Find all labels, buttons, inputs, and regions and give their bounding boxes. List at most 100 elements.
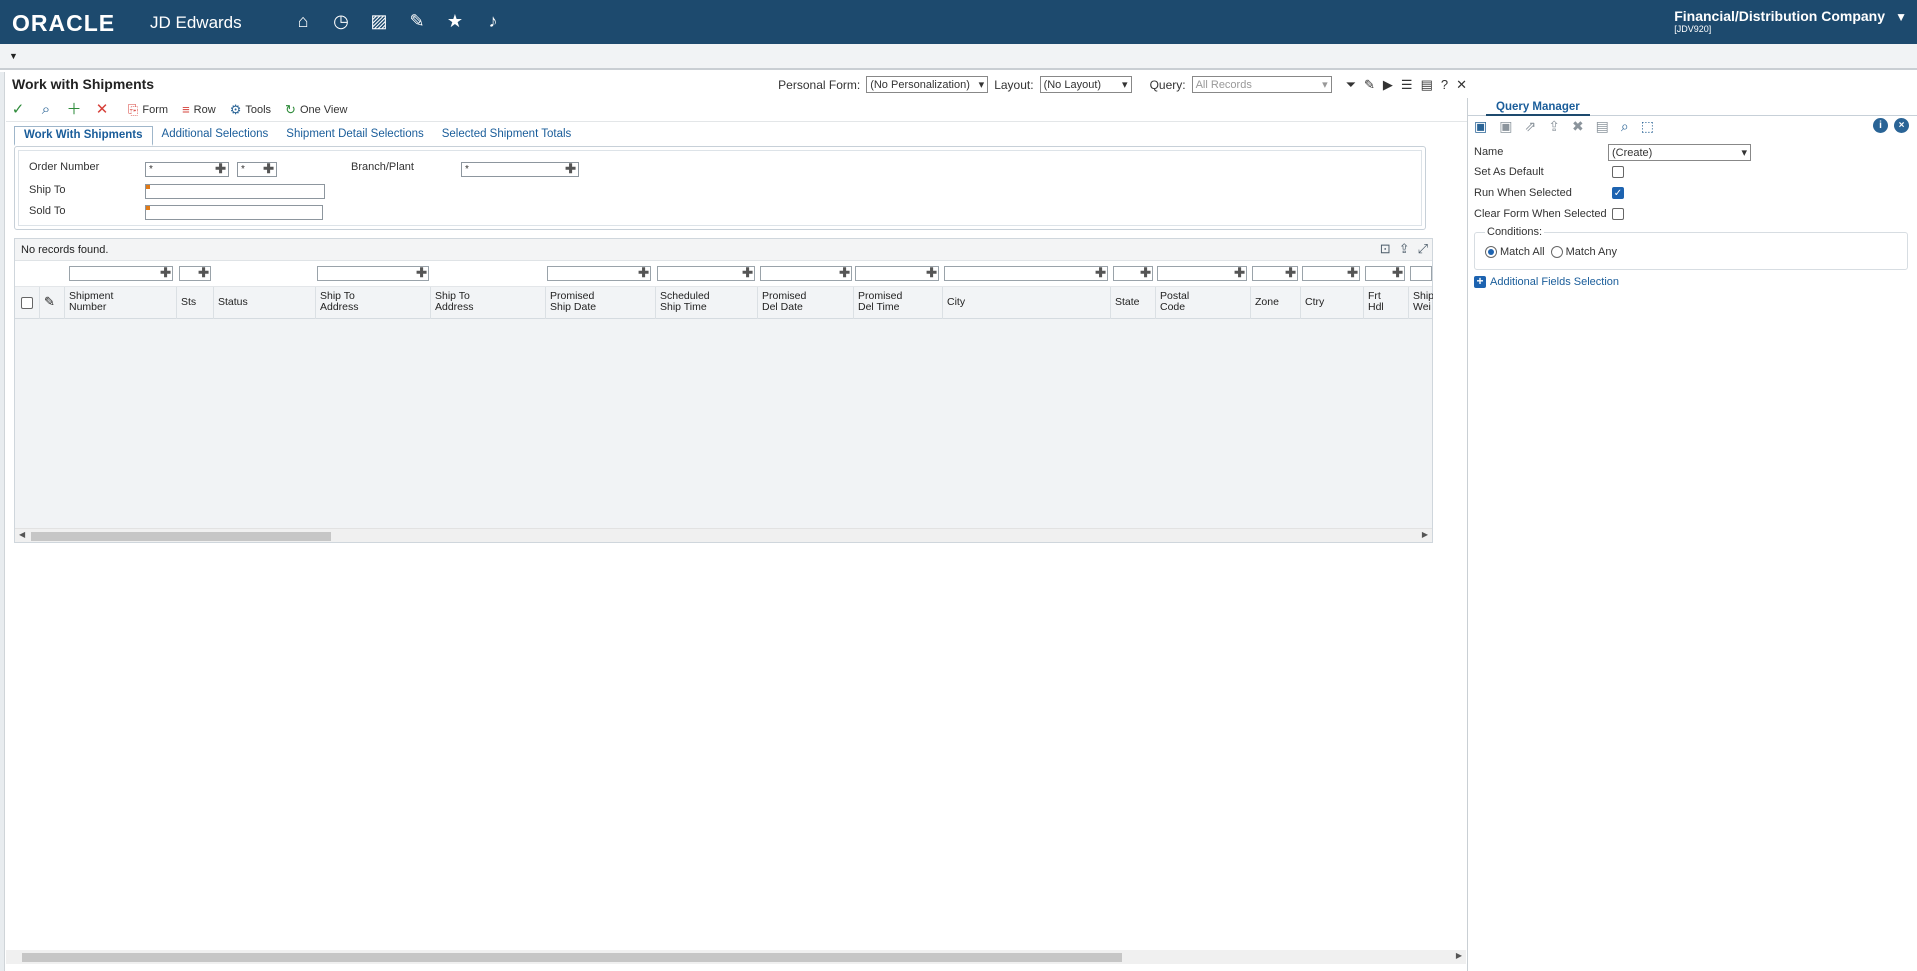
one-view-menu[interactable]: ↻ One View xyxy=(285,102,347,118)
qbe-input[interactable]: ✚ xyxy=(760,265,852,281)
qbe-input[interactable]: ✚ xyxy=(1365,265,1405,281)
column-header[interactable]: Ship To Address xyxy=(431,287,546,319)
search-plus-icon[interactable]: ✚ xyxy=(565,162,576,175)
match-all-option[interactable]: Match All xyxy=(1485,246,1545,259)
search-plus-icon[interactable]: ✚ xyxy=(926,265,937,281)
row-menu[interactable]: ≡ Row xyxy=(182,102,216,117)
tools-menu[interactable]: ⚙ Tools xyxy=(230,102,271,118)
column-header[interactable]: Ship Wei xyxy=(1409,287,1433,319)
tab-work-with-shipments[interactable]: Work With Shipments xyxy=(14,126,153,146)
layout-select[interactable]: (No Layout) ▾ xyxy=(1039,76,1132,93)
tab-selected-shipment-totals[interactable]: Selected Shipment Totals xyxy=(433,126,581,146)
qbe-input[interactable] xyxy=(1410,266,1432,281)
recent-icon[interactable]: ◷ xyxy=(330,10,352,32)
search-plus-icon[interactable]: ✚ xyxy=(1285,265,1296,281)
select-check-icon[interactable]: ✓ xyxy=(6,100,30,120)
caret-down-icon[interactable]: ▼ xyxy=(9,51,18,61)
chevron-down-icon[interactable]: ▼ xyxy=(1895,10,1907,24)
qbe-input[interactable]: ✚ xyxy=(547,265,651,281)
tab-additional-selections[interactable]: Additional Selections xyxy=(153,126,278,146)
order-number-input[interactable]: * ✚ xyxy=(145,162,229,177)
column-header[interactable]: Frt Hdl xyxy=(1364,287,1409,319)
search-plus-icon[interactable]: ✚ xyxy=(160,265,171,281)
maximize-icon[interactable]: ⤢ xyxy=(1418,241,1428,257)
document-icon[interactable]: ▤ xyxy=(1421,77,1433,93)
grid-horizontal-scrollbar[interactable]: ◀ ▶ xyxy=(15,528,1432,542)
column-header[interactable]: Promised Ship Date xyxy=(546,287,656,319)
bell-icon[interactable]: ♪ xyxy=(482,10,504,32)
column-header[interactable]: Ship To Address xyxy=(316,287,431,319)
qbe-input[interactable]: ✚ xyxy=(317,265,429,281)
clear-form-checkbox[interactable] xyxy=(1612,208,1624,220)
scroll-right-icon[interactable]: ▶ xyxy=(1456,951,1462,960)
ship-to-input[interactable] xyxy=(145,184,325,199)
edit-row-icon[interactable]: ✎ xyxy=(44,295,55,308)
column-header[interactable]: State xyxy=(1111,287,1156,319)
customize-grid-icon[interactable]: ⊡ xyxy=(1380,241,1391,257)
filter-icon[interactable]: ⏷ xyxy=(1346,77,1356,93)
home-icon[interactable]: ⌂ xyxy=(292,10,314,32)
column-header[interactable]: Ctry xyxy=(1301,287,1364,319)
column-header[interactable]: Postal Code xyxy=(1156,287,1251,319)
column-header[interactable]: Zone xyxy=(1251,287,1301,319)
qbe-input[interactable]: ✚ xyxy=(1252,265,1298,281)
pencil-icon[interactable]: ✎ xyxy=(1364,77,1375,93)
set-as-default-checkbox[interactable] xyxy=(1612,166,1624,178)
qbe-input[interactable]: ✚ xyxy=(69,265,173,281)
column-header[interactable]: Promised Del Time xyxy=(854,287,943,319)
search-plus-icon[interactable]: ✚ xyxy=(1140,265,1151,281)
search-plus-icon[interactable]: ✚ xyxy=(1347,265,1358,281)
star-icon[interactable]: ★ xyxy=(444,10,466,32)
play-icon[interactable]: ▶ xyxy=(1383,77,1393,93)
run-when-selected-checkbox[interactable]: ✓ xyxy=(1612,187,1624,199)
column-header[interactable]: City xyxy=(943,287,1111,319)
tab-shipment-detail-selections[interactable]: Shipment Detail Selections xyxy=(277,126,432,146)
branch-plant-input[interactable]: * ✚ xyxy=(461,162,579,177)
scrollbar-thumb[interactable] xyxy=(22,953,1122,962)
qbe-input[interactable]: ✚ xyxy=(1302,265,1360,281)
qbe-input[interactable]: ✚ xyxy=(657,265,755,281)
column-header[interactable]: Shipment Number xyxy=(65,287,177,319)
left-collapse-edge[interactable] xyxy=(0,72,5,971)
column-header[interactable]: Status xyxy=(214,287,316,319)
list-icon[interactable]: ☰ xyxy=(1401,77,1413,93)
search-icon[interactable]: ⌕ xyxy=(1621,118,1629,136)
column-header[interactable]: Promised Del Date xyxy=(758,287,854,319)
search-plus-icon[interactable]: ✚ xyxy=(215,162,226,175)
search-plus-icon[interactable]: ✚ xyxy=(742,265,753,281)
select-all-checkbox[interactable] xyxy=(21,297,33,309)
qbe-input[interactable]: ✚ xyxy=(179,265,211,281)
close-panel-icon[interactable]: × xyxy=(1894,118,1909,133)
additional-fields-link[interactable]: + Additional Fields Selection xyxy=(1474,275,1619,288)
delete-x-icon[interactable]: ✕ xyxy=(90,100,114,120)
add-plus-icon[interactable]: ＋ xyxy=(62,100,86,120)
column-header[interactable]: Scheduled Ship Time xyxy=(656,287,758,319)
search-plus-icon[interactable]: ✚ xyxy=(1392,265,1403,281)
search-plus-icon[interactable]: ✚ xyxy=(263,162,274,175)
company-selector[interactable]: Financial/Distribution Company [JDV920] xyxy=(1674,8,1885,34)
find-search-icon[interactable]: ⌕ xyxy=(34,100,58,120)
qbe-input[interactable]: ✚ xyxy=(855,265,939,281)
search-plus-icon[interactable]: ✚ xyxy=(839,265,850,281)
search-plus-icon[interactable]: ✚ xyxy=(416,265,427,281)
tab-query-manager[interactable]: Query Manager xyxy=(1486,100,1590,116)
info-icon[interactable]: i xyxy=(1873,118,1888,133)
search-plus-icon[interactable]: ✚ xyxy=(1095,265,1106,281)
query-select[interactable]: All Records ▾ xyxy=(1191,76,1332,93)
export-icon[interactable]: ⇪ xyxy=(1399,241,1410,257)
help-icon[interactable]: ? xyxy=(1441,77,1448,93)
sold-to-input[interactable] xyxy=(145,205,323,220)
scroll-left-icon[interactable]: ◀ xyxy=(19,530,25,539)
select-fields-icon[interactable]: ⬚ xyxy=(1641,118,1654,136)
edit-icon[interactable]: ✎ xyxy=(406,10,428,32)
qbe-input[interactable]: ✚ xyxy=(1113,265,1153,281)
order-type-input[interactable]: * ✚ xyxy=(237,162,277,177)
match-all-radio[interactable] xyxy=(1485,246,1497,259)
search-plus-icon[interactable]: ✚ xyxy=(1234,265,1245,281)
close-icon[interactable]: ✕ xyxy=(1456,77,1467,93)
query-name-select[interactable]: (Create) ▾ xyxy=(1608,144,1751,161)
column-header[interactable]: Sts xyxy=(177,287,214,319)
search-plus-icon[interactable]: ✚ xyxy=(198,265,209,281)
qbe-input[interactable]: ✚ xyxy=(944,265,1108,281)
match-any-radio[interactable] xyxy=(1550,246,1563,259)
